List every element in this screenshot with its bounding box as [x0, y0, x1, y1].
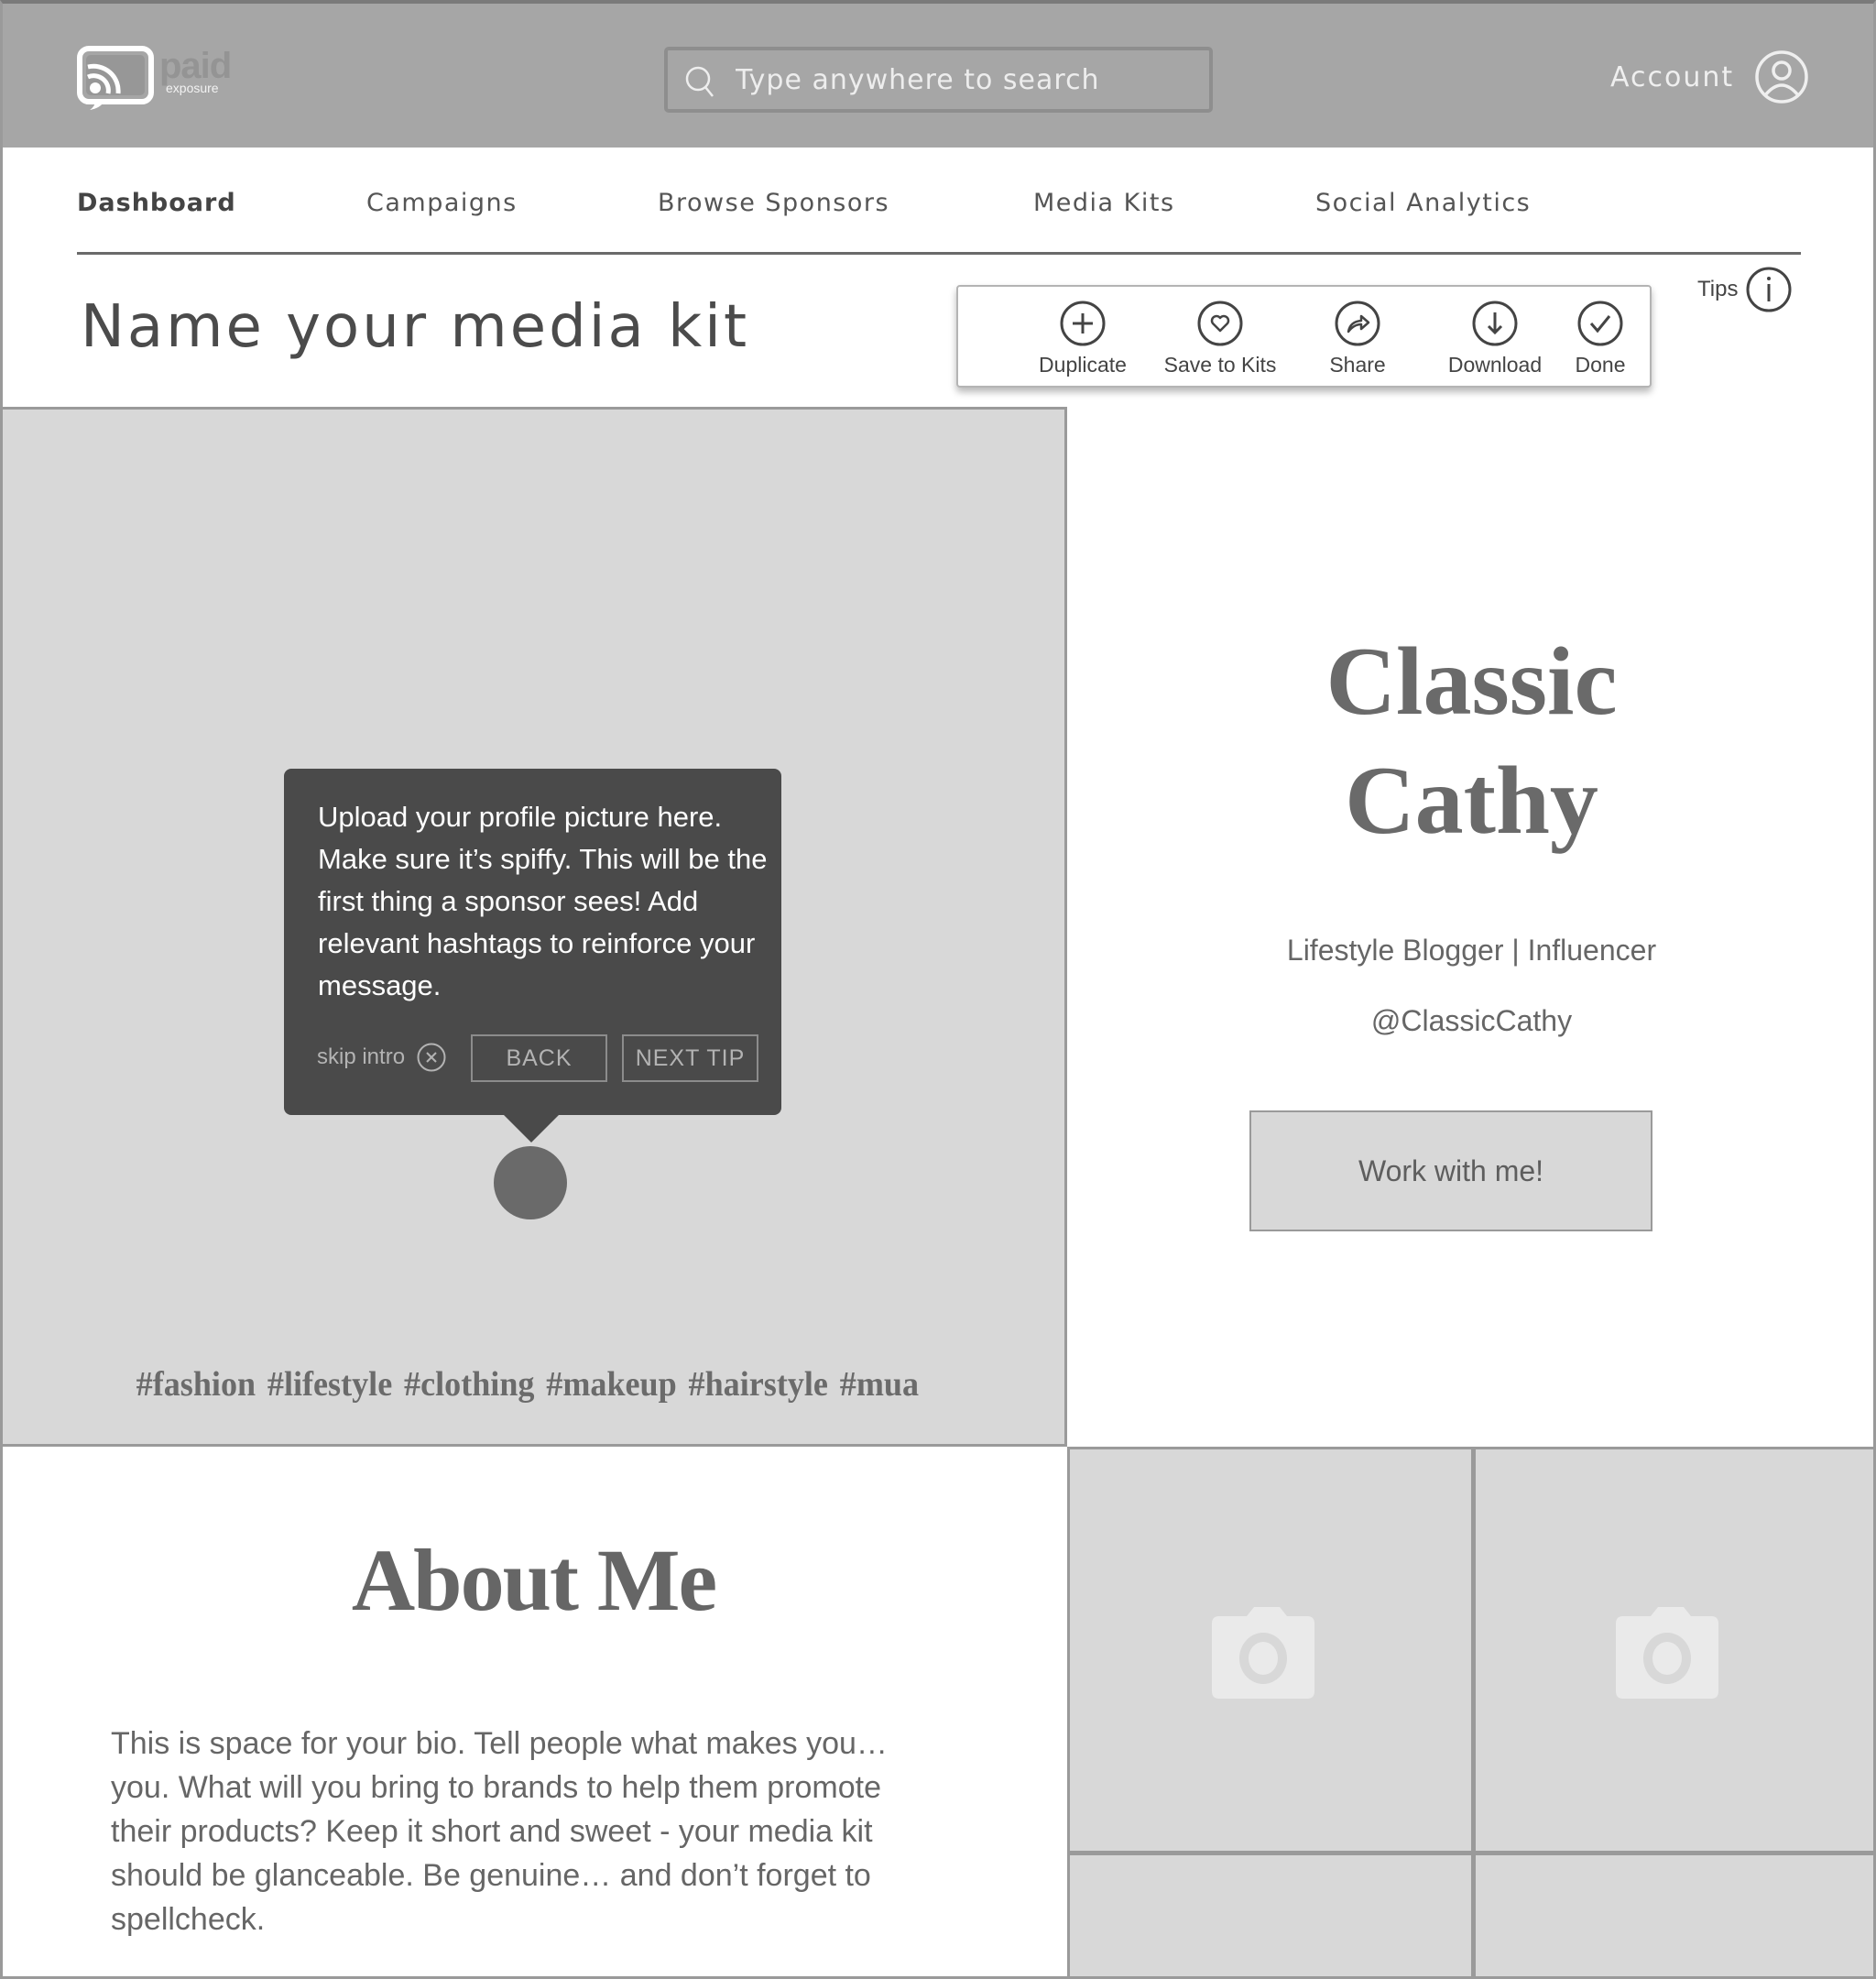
close-circle-icon	[417, 1043, 446, 1072]
profile-handle[interactable]: @ClassicCathy	[1067, 1004, 1876, 1038]
grid-divider-vertical	[1471, 1449, 1476, 1979]
profile-name-line-2: Cathy	[1345, 747, 1598, 854]
about-bio[interactable]: This is space for your bio. Tell people …	[111, 1722, 935, 1941]
photo-grid	[1067, 1447, 1876, 1979]
nav-item-browse-sponsors[interactable]: Browse Sponsors	[658, 189, 889, 217]
media-kit-name-title[interactable]: Name your media kit	[81, 293, 749, 361]
plus-circle-icon	[1060, 301, 1106, 346]
nav-item-dashboard[interactable]: Dashboard	[77, 189, 236, 217]
duplicate-label: Duplicate	[1039, 353, 1127, 377]
back-button[interactable]: BACK	[471, 1034, 607, 1082]
camera-icon	[1212, 1607, 1314, 1699]
about-section: About Me This is space for your bio. Tel…	[0, 1447, 1067, 1979]
main-nav: Dashboard Campaigns Browse Sponsors Medi…	[77, 183, 1801, 255]
logo-wordmark: paid	[159, 46, 232, 86]
photo-slot[interactable]	[1476, 1449, 1876, 1851]
photo-slot[interactable]	[1476, 1855, 1876, 1979]
check-circle-icon	[1577, 301, 1623, 346]
profile-role[interactable]: Lifestyle Blogger | Influencer	[1067, 934, 1876, 968]
brand-logo[interactable]: paid exposure	[77, 46, 233, 115]
tips-button[interactable]: Tips	[1697, 266, 1793, 313]
profile-picture-hotspot[interactable]	[494, 1146, 567, 1219]
search-box[interactable]	[664, 47, 1213, 113]
logo-subtitle: exposure	[166, 81, 219, 95]
camera-icon	[1616, 1607, 1718, 1699]
download-button[interactable]: Download	[1426, 300, 1564, 377]
user-circle-icon	[1755, 50, 1808, 104]
done-button[interactable]: Done	[1564, 300, 1637, 377]
onboarding-tooltip: Upload your profile picture here. Make s…	[284, 769, 781, 1143]
profile-name-line-1: Classic	[1325, 628, 1618, 735]
profile-summary: Classic Cathy Lifestyle Blogger | Influe…	[1067, 407, 1876, 1447]
info-icon	[1746, 267, 1792, 312]
next-tip-button[interactable]: NEXT TIP	[622, 1034, 758, 1082]
share-label: Share	[1329, 353, 1386, 377]
nav-item-campaigns[interactable]: Campaigns	[366, 189, 518, 217]
skip-intro-label: skip intro	[317, 1044, 406, 1069]
save-to-kits-label: Save to Kits	[1163, 353, 1277, 377]
nav-item-social-analytics[interactable]: Social Analytics	[1315, 189, 1531, 217]
tips-label: Tips	[1697, 277, 1739, 301]
photo-slot[interactable]	[1070, 1449, 1471, 1851]
grid-divider-horizontal	[1070, 1851, 1876, 1855]
search-icon	[685, 66, 714, 97]
photo-slot[interactable]	[1070, 1855, 1471, 1979]
done-label: Done	[1575, 353, 1626, 377]
heart-circle-icon	[1197, 301, 1243, 346]
search-input[interactable]	[736, 58, 1194, 102]
account-label: Account	[1610, 60, 1735, 93]
nav-item-media-kits[interactable]: Media Kits	[1033, 189, 1175, 217]
logo-icon	[77, 46, 154, 110]
hashtags[interactable]: #fashion #lifestyle #clothing #makeup #h…	[29, 1364, 1038, 1405]
skip-intro-button[interactable]: skip intro	[317, 1042, 447, 1073]
tooltip-text: Upload your profile picture here. Make s…	[318, 801, 768, 1001]
download-circle-icon	[1472, 301, 1518, 346]
download-label: Download	[1447, 353, 1543, 377]
duplicate-button[interactable]: Duplicate	[1014, 300, 1151, 377]
work-with-me-button[interactable]: Work with me!	[1249, 1110, 1652, 1231]
tooltip-actions: skip intro BACK NEXT TIP	[317, 1034, 758, 1082]
share-circle-icon	[1335, 301, 1380, 346]
kit-action-toolbar: Duplicate Save to Kits Share Download Do…	[956, 285, 1652, 388]
account-menu[interactable]: Account	[1610, 48, 1809, 106]
save-to-kits-button[interactable]: Save to Kits	[1151, 300, 1289, 377]
top-header: paid exposure Account	[0, 0, 1876, 148]
about-title[interactable]: About Me	[0, 1529, 1067, 1631]
share-button[interactable]: Share	[1289, 300, 1426, 377]
profile-name[interactable]: Classic Cathy	[1067, 622, 1876, 860]
profile-picture-area[interactable]: Upload your profile picture here. Make s…	[0, 407, 1067, 1447]
